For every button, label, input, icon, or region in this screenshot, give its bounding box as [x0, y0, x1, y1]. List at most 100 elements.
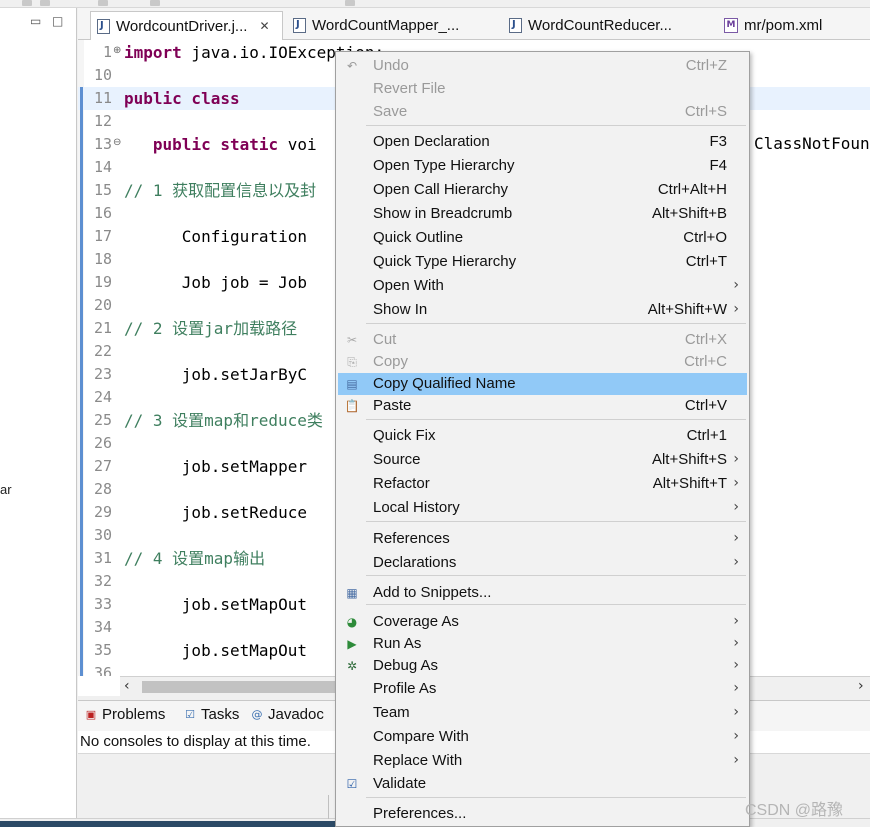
tab-wordcount-driver[interactable]: WordcountDriver.j... ✕ — [90, 11, 283, 40]
cut-icon: ✂ — [346, 333, 358, 347]
scroll-right-icon[interactable]: › — [858, 678, 864, 694]
code-text: public static voi — [152, 135, 317, 154]
line-number: 36 — [93, 664, 112, 676]
menu-item-show-in[interactable]: Show In Alt+Shift+W › — [338, 299, 747, 321]
toolbar-button[interactable] — [98, 0, 108, 6]
menu-item-open-type-hierarchy[interactable]: Open Type Hierarchy F4 — [338, 155, 747, 177]
menu-item-open-call-hierarchy[interactable]: Open Call Hierarchy Ctrl+Alt+H — [338, 179, 747, 201]
menu-item-label: Team — [373, 704, 410, 721]
change-marker — [80, 87, 83, 110]
menu-item-revert-file[interactable]: Revert File — [338, 78, 747, 100]
menu-item-open-with[interactable]: Open With › — [338, 275, 747, 297]
line-number: 33 — [93, 595, 112, 613]
tab-problems[interactable]: ▣ Problems — [84, 706, 166, 723]
editor-context-menu: ↶ Undo Ctrl+Z Revert File Save Ctrl+S Open Dec… — [335, 51, 750, 827]
change-marker — [80, 202, 83, 225]
project-tree-item[interactable]: ar — [0, 482, 12, 497]
tab-wordcount-mapper[interactable]: WordCountMapper_... — [287, 11, 487, 40]
menu-item-run-as[interactable]: ▶ Run As › — [338, 633, 747, 655]
menu-item-declarations[interactable]: Declarations › — [338, 552, 747, 574]
submenu-arrow-icon: › — [733, 613, 739, 629]
line-number: 29 — [93, 503, 112, 521]
change-marker — [80, 317, 83, 340]
menu-item-copy[interactable]: ⎘ Copy Ctrl+C — [338, 351, 747, 373]
toolbar-button[interactable] — [345, 0, 355, 6]
menu-item-coverage-as[interactable]: ◕ Coverage As › — [338, 611, 747, 633]
java-file-icon — [509, 18, 522, 33]
fold-toggle-icon[interactable]: ⊕ — [113, 45, 121, 56]
tab-tasks[interactable]: ☑ Tasks — [183, 706, 239, 723]
tab-pom-xml[interactable]: M mr/pom.xml — [718, 11, 848, 40]
menu-item-label: Profile As — [373, 680, 437, 697]
code-text: public class — [124, 89, 240, 108]
code-text: Configuration — [124, 227, 308, 246]
line-number: 22 — [93, 342, 112, 360]
menu-item-open-declaration[interactable]: Open Declaration F3 — [338, 131, 747, 153]
menu-item-shortcut: Ctrl+Z — [685, 57, 727, 74]
menu-item-show-in-breadcrumb[interactable]: Show in Breadcrumb Alt+Shift+B — [338, 203, 747, 225]
toolbar-button[interactable] — [40, 0, 50, 6]
change-marker — [80, 616, 83, 639]
fold-toggle-icon[interactable]: ⊖ — [113, 137, 121, 148]
scroll-left-icon[interactable]: ‹ — [124, 678, 130, 694]
menu-item-quick-outline[interactable]: Quick Outline Ctrl+O — [338, 227, 747, 249]
close-icon[interactable]: ✕ — [259, 19, 269, 33]
menu-item-save[interactable]: Save Ctrl+S — [338, 101, 747, 123]
code-text: // 2 设置jar加载路径 — [124, 319, 298, 338]
menu-item-profile-as[interactable]: Profile As › — [338, 678, 747, 700]
line-number: 1 — [102, 43, 112, 61]
menu-item-references[interactable]: References › — [338, 528, 747, 550]
menu-item-paste[interactable]: 📋 Paste Ctrl+V — [338, 395, 747, 417]
menu-item-label: Add to Snippets... — [373, 584, 492, 601]
menu-item-shortcut: Ctrl+C — [684, 353, 727, 370]
toolbar-button[interactable] — [22, 0, 32, 6]
menu-item-quick-fix[interactable]: Quick Fix Ctrl+1 — [338, 425, 747, 447]
tab-label: Tasks — [201, 706, 240, 723]
line-number: 31 — [93, 549, 112, 567]
menu-item-replace-with[interactable]: Replace With › — [338, 750, 747, 772]
change-marker — [80, 340, 83, 363]
submenu-arrow-icon: › — [733, 554, 739, 570]
menu-item-label: Open Call Hierarchy — [373, 181, 509, 198]
menu-item-label: Copy Qualified Name — [373, 375, 516, 392]
line-number: 23 — [93, 365, 112, 383]
menu-item-refactor[interactable]: Refactor Alt+Shift+T › — [338, 473, 747, 495]
submenu-arrow-icon: › — [733, 499, 739, 515]
menu-item-label: Coverage As — [373, 613, 459, 630]
submenu-arrow-icon: › — [733, 451, 739, 467]
menu-item-add-to-snippets[interactable]: ▦ Add to Snippets... — [338, 582, 747, 604]
change-marker — [80, 639, 83, 662]
menu-item-label: Open With — [373, 277, 444, 294]
change-marker — [80, 501, 83, 524]
menu-item-compare-with[interactable]: Compare With › — [338, 726, 747, 748]
toolbar-button[interactable] — [150, 0, 160, 6]
tab-wordcount-reducer[interactable]: WordCountReducer... — [503, 11, 703, 40]
change-marker — [80, 156, 83, 179]
menu-item-label: Debug As — [373, 657, 439, 674]
code-text: job.setMapOut — [124, 595, 308, 614]
menu-item-validate[interactable]: ☑ Validate — [338, 773, 747, 795]
minimize-icon[interactable]: ▭ — [30, 14, 41, 28]
os-taskbar — [0, 821, 336, 827]
menu-item-undo[interactable]: ↶ Undo Ctrl+Z — [338, 55, 747, 77]
menu-separator — [366, 604, 746, 605]
menu-separator — [366, 125, 746, 126]
menu-item-label: Declarations — [373, 554, 457, 571]
menu-item-team[interactable]: Team › — [338, 702, 747, 724]
menu-item-label: Undo — [373, 57, 409, 74]
change-marker — [80, 455, 83, 478]
submenu-arrow-icon: › — [733, 704, 739, 720]
menu-item-debug-as[interactable]: ✲ Debug As › — [338, 655, 747, 677]
menu-item-cut[interactable]: ✂ Cut Ctrl+X — [338, 329, 747, 351]
menu-item-local-history[interactable]: Local History › — [338, 497, 747, 519]
menu-item-preferences[interactable]: Preferences... — [338, 803, 747, 825]
menu-item-label: Save — [373, 103, 408, 120]
menu-item-copy-qualified-name[interactable]: ▤ Copy Qualified Name — [338, 373, 747, 395]
submenu-arrow-icon: › — [733, 635, 739, 651]
menu-item-source[interactable]: Source Alt+Shift+S › — [338, 449, 747, 471]
submenu-arrow-icon: › — [733, 728, 739, 744]
scrollbar-thumb[interactable] — [142, 681, 335, 693]
maximize-icon[interactable]: □ — [52, 14, 63, 28]
menu-item-quick-type-hierarchy[interactable]: Quick Type Hierarchy Ctrl+T — [338, 251, 747, 273]
tab-javadoc[interactable]: @ Javadoc — [250, 706, 324, 723]
